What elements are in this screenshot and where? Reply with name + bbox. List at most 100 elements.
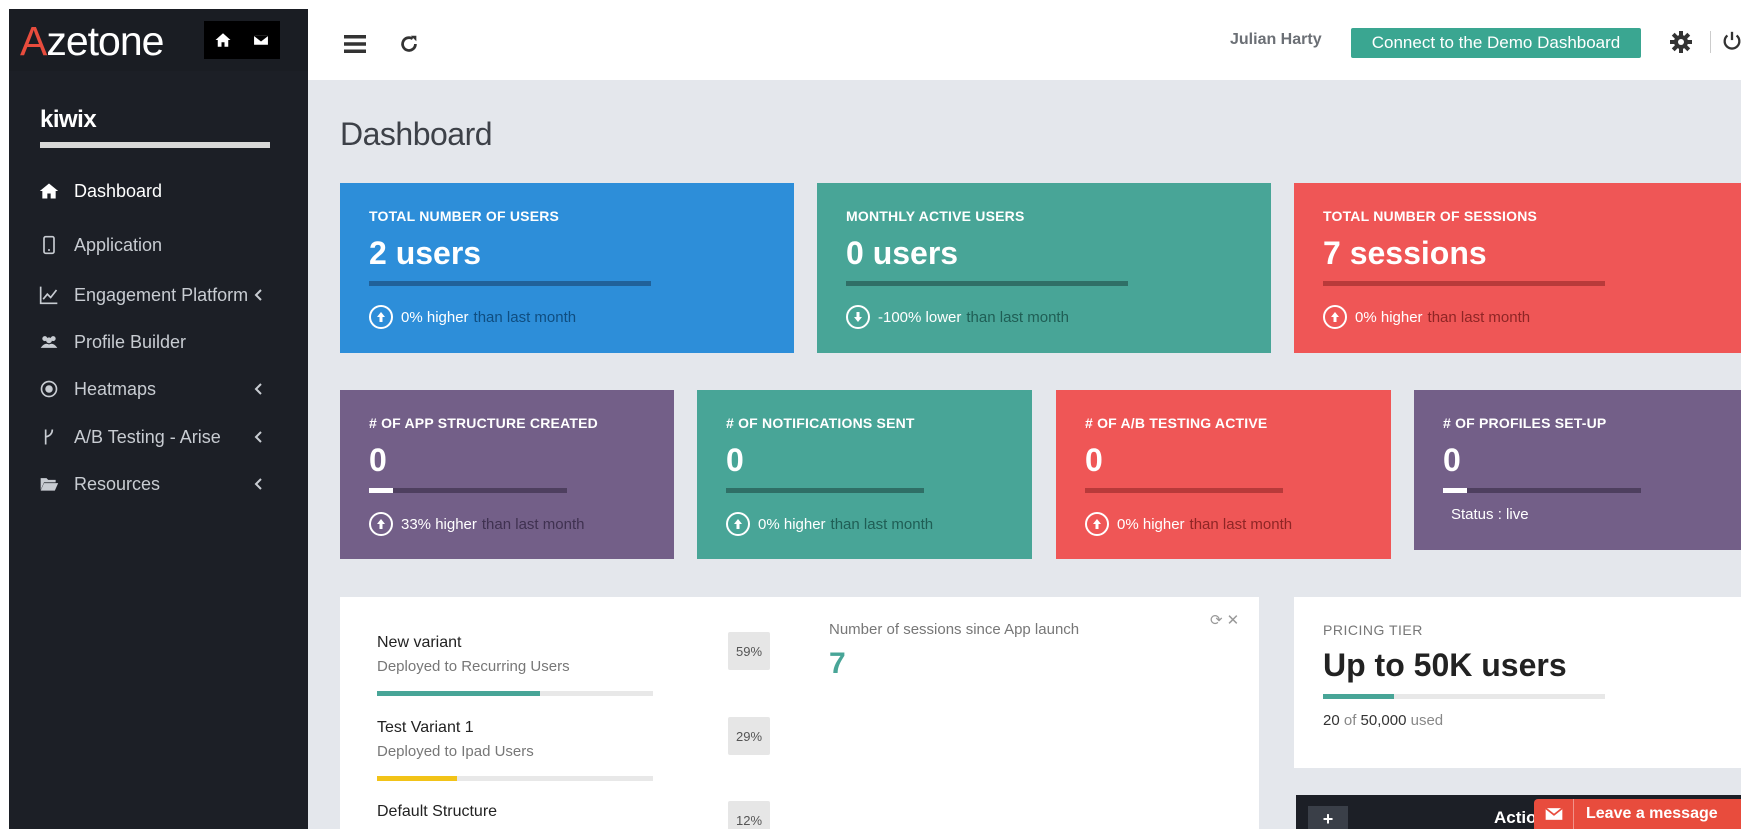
stat-card-monthly-active-users: MONTHLY ACTIVE USERS 0 users -100% lower… (817, 183, 1271, 353)
logo-accent: A (20, 18, 47, 64)
sidebar-item-application[interactable]: Application (9, 225, 308, 265)
topbar: Julian Harty Connect to the Demo Dashboa… (308, 9, 1741, 80)
pricing-total: 50,000 (1360, 712, 1407, 729)
variant-percent-badge: 59% (728, 632, 770, 670)
menu-toggle-button[interactable] (342, 31, 368, 57)
leave-message-label: Leave a message (1586, 805, 1718, 822)
stat-bar (726, 488, 924, 493)
stat-card-ab-testing-active: # OF A/B TESTING ACTIVE 0 0% higher than… (1056, 390, 1391, 559)
stat-title: # OF APP STRUCTURE CREATED (369, 415, 598, 431)
sidebar-item-label: Profile Builder (74, 331, 187, 352)
stat-bar (369, 488, 567, 493)
line-chart-icon (38, 284, 60, 306)
arrow-down-circle-icon (846, 305, 870, 329)
stat-value: 0 users (846, 235, 959, 271)
stat-footer: 0% higher than last month (1085, 512, 1292, 536)
stat-footer: 33% higher than last month (369, 512, 584, 536)
sidebar-item-label: Resources (74, 473, 161, 494)
panel-close-icon[interactable]: ✕ (1227, 611, 1240, 629)
stat-bar (1085, 488, 1283, 493)
pricing-usage-fill (1323, 694, 1394, 699)
sidebar-item-profile-builder[interactable]: Profile Builder (9, 322, 308, 362)
variant-deployment: Deployed to Ipad Users (377, 743, 534, 760)
stat-change: 0% higher (401, 308, 469, 326)
folder-open-icon (38, 473, 60, 495)
stat-change: -100% lower (878, 308, 962, 326)
home-icon (215, 33, 231, 47)
stat-value: 7 sessions (1323, 235, 1487, 271)
variant-percent-badge: 12% (728, 801, 770, 829)
variant-deployment: Deployed to Recurring Users (377, 658, 570, 675)
variant-progress-fill (377, 691, 540, 696)
power-icon (1723, 31, 1741, 50)
arrow-up-circle-icon (369, 512, 393, 536)
chevron-left-icon (252, 288, 266, 302)
logout-button[interactable] (1721, 30, 1741, 56)
stat-footer: 0% higher than last month (369, 305, 576, 329)
pricing-tier-label: PRICING TIER (1323, 622, 1423, 638)
envelope-icon (252, 34, 270, 46)
stat-change-suffix: than last month (1189, 515, 1293, 533)
stat-bar (1443, 488, 1641, 493)
user-name[interactable]: Julian Harty (1230, 31, 1322, 49)
sidebar-item-resources[interactable]: Resources (9, 464, 308, 504)
pricing-of: of (1343, 712, 1357, 729)
stat-card-total-users: TOTAL NUMBER OF USERS 2 users 0% higher … (340, 183, 794, 353)
panel-tools: ⟳ ✕ (1210, 611, 1239, 629)
leave-message-button[interactable]: Leave a message (1534, 799, 1741, 829)
variant-name: New variant (377, 634, 462, 651)
sidebar-item-a-b-testing-arise[interactable]: A/B Testing - Arise (9, 417, 308, 457)
sidebar-item-label: Heatmaps (74, 378, 157, 399)
settings-button[interactable] (1669, 30, 1695, 56)
stat-value: 0 (1085, 442, 1103, 478)
variant-progress-fill (377, 776, 458, 781)
mobile-icon (38, 234, 60, 256)
stat-title: TOTAL NUMBER OF SESSIONS (1323, 208, 1538, 224)
stat-footer: -100% lower than last month (846, 305, 1069, 329)
sessions-since-launch-value: 7 (829, 647, 846, 680)
home-button[interactable] (204, 21, 242, 59)
project-name[interactable]: kiwix (40, 106, 97, 134)
refresh-icon (401, 35, 417, 52)
stat-value: 0 (369, 442, 387, 478)
branch-icon (38, 426, 60, 448)
add-action-button[interactable]: + (1308, 806, 1348, 829)
pricing-used: 20 (1323, 712, 1340, 729)
azetone-logo[interactable]: Azetone (20, 18, 164, 64)
pricing-usage-text: 20 of 50,000 used (1323, 712, 1443, 729)
sessions-since-launch-label: Number of sessions since App launch (829, 621, 1080, 638)
logo-text: zetone (46, 18, 164, 64)
stat-change: 0% higher (1355, 308, 1423, 326)
stat-footer: 0% higher than last month (726, 512, 933, 536)
stat-change-suffix: than last month (1427, 308, 1531, 326)
stat-change: 33% higher (401, 515, 477, 533)
hamburger-icon (344, 35, 366, 53)
connect-demo-dashboard-button[interactable]: Connect to the Demo Dashboard (1351, 28, 1641, 58)
sidebar-item-label: Application (74, 234, 163, 255)
sidebar-item-label: Engagement Platform (74, 284, 249, 305)
stat-title: MONTHLY ACTIVE USERS (846, 208, 1025, 224)
sidebar: Azetone kiwix Dashboard Application Engage… (9, 9, 308, 829)
pricing-tier-value: Up to 50K users (1323, 647, 1567, 683)
stat-change-suffix: than last month (473, 308, 577, 326)
variant-progress (377, 776, 653, 781)
panel-refresh-icon[interactable]: ⟳ (1210, 611, 1223, 629)
refresh-button[interactable] (396, 31, 422, 57)
page-title: Dashboard (340, 116, 493, 152)
mail-button[interactable] (242, 21, 280, 59)
chevron-left-icon (252, 382, 266, 396)
stat-change: 0% higher (1117, 515, 1185, 533)
actions-label: Actio (1494, 808, 1537, 827)
app-window: Azetone kiwix Dashboard Application Engage… (9, 9, 1741, 829)
sidebar-item-heatmaps[interactable]: Heatmaps (9, 369, 308, 409)
arrow-up-circle-icon (1323, 305, 1347, 329)
stat-change-suffix: than last month (481, 515, 585, 533)
arrow-up-circle-icon (369, 305, 393, 329)
stat-title: # OF NOTIFICATIONS SENT (726, 415, 915, 431)
chevron-left-icon (252, 430, 266, 444)
sidebar-item-dashboard[interactable]: Dashboard (9, 171, 308, 211)
home-icon (38, 180, 60, 202)
gear-icon (1670, 31, 1692, 53)
stat-status: Status : live (1451, 506, 1529, 523)
sidebar-item-engagement-platform[interactable]: Engagement Platform (9, 275, 308, 315)
